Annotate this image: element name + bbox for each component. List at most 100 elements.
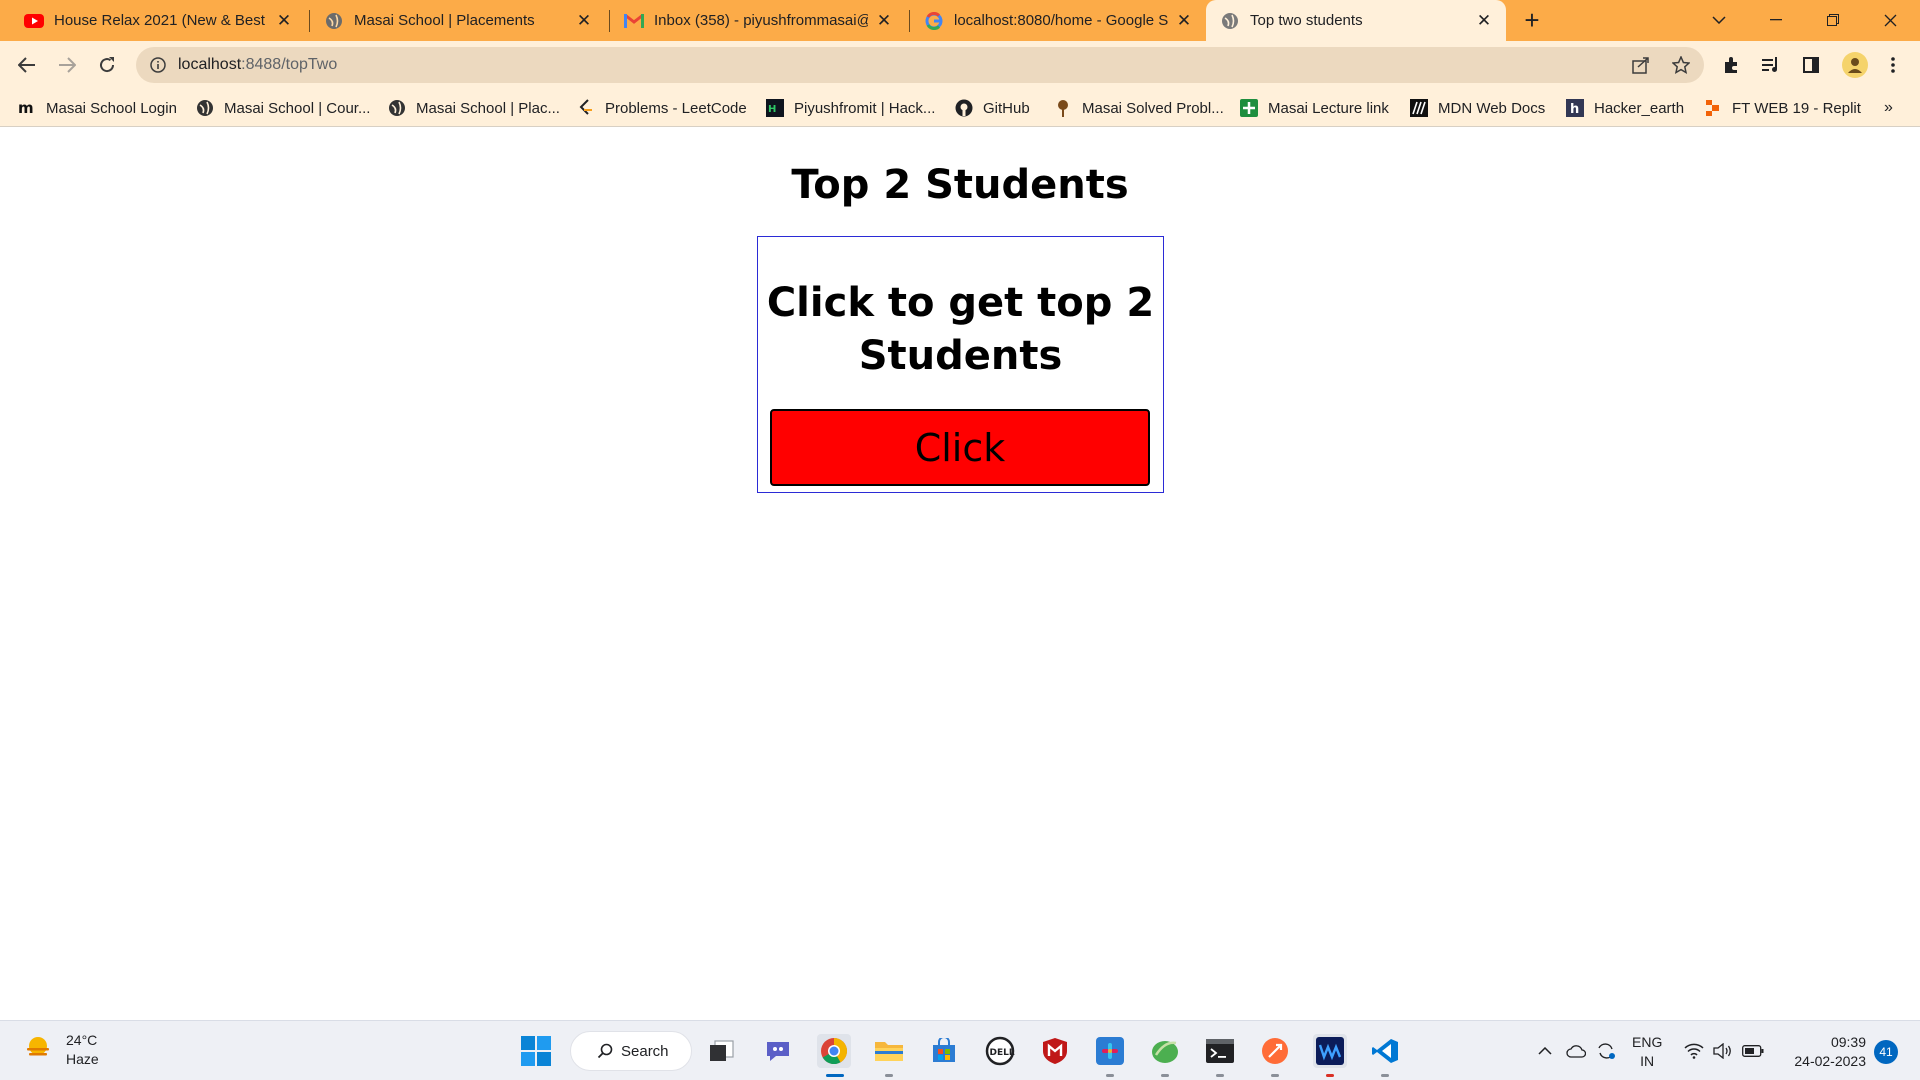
card-heading: Click to get top 2 Students	[766, 280, 1155, 379]
extensions-icon[interactable]	[1720, 54, 1742, 76]
microsoft-store-icon[interactable]	[927, 1034, 961, 1068]
address-bar[interactable]: localhost:8488/topTwo	[136, 47, 1704, 83]
bookmark-hackerrank[interactable]: H Piyushfromit | Hack...	[766, 89, 935, 127]
site-info-icon[interactable]	[148, 55, 168, 75]
more-bookmarks-button[interactable]: »	[1884, 89, 1893, 127]
restore-button[interactable]	[1805, 0, 1861, 40]
show-hidden-icons-chevron-icon[interactable]	[1534, 1040, 1556, 1062]
page-title: Top 2 Students	[791, 162, 1129, 208]
postman-icon[interactable]	[1258, 1034, 1292, 1077]
tab-search-chevron-icon[interactable]	[1691, 0, 1747, 40]
back-button[interactable]	[11, 49, 43, 81]
bookmark-hackerearth[interactable]: h Hacker_earth	[1566, 89, 1684, 127]
active-app-indicator	[826, 1074, 844, 1077]
minimize-button[interactable]	[1748, 0, 1804, 40]
start-button[interactable]	[520, 1035, 552, 1067]
bookmark-mdn[interactable]: MDN Web Docs	[1410, 89, 1545, 127]
new-tab-button[interactable]: +	[1518, 7, 1546, 35]
side-panel-icon[interactable]	[1800, 54, 1822, 76]
volume-icon[interactable]	[1712, 1040, 1734, 1062]
bookmark-masai-login[interactable]: m Masai School Login	[18, 89, 177, 127]
bookmark-github[interactable]: GitHub	[955, 89, 1030, 127]
close-icon[interactable]: ✕	[274, 11, 294, 31]
tab-placements[interactable]: Masai School | Placements ✕	[310, 0, 606, 41]
dell-icon[interactable]: DELL	[983, 1034, 1017, 1068]
teams-chat-icon[interactable]	[761, 1034, 795, 1068]
svg-text:h: h	[1570, 102, 1579, 117]
tab-title: Masai School | Placements	[354, 12, 535, 29]
bookmark-masai-placements[interactable]: Masai School | Plac...	[388, 89, 560, 127]
close-icon[interactable]: ✕	[1474, 11, 1494, 31]
mcafee-icon[interactable]	[1038, 1034, 1072, 1068]
menu-kebab-icon[interactable]	[1882, 54, 1904, 76]
slack-icon[interactable]	[1093, 1034, 1127, 1077]
reload-button[interactable]	[91, 49, 123, 81]
weather-condition: Haze	[66, 1051, 99, 1067]
svg-text:DELL: DELL	[990, 1048, 1015, 1058]
bookmark-label: Masai Solved Probl...	[1082, 99, 1224, 117]
notification-count-badge[interactable]: 41	[1874, 1040, 1898, 1064]
tab-title: House Relax 2021 (New & Best D	[54, 12, 268, 29]
terminal-icon[interactable]	[1203, 1034, 1237, 1077]
bookmark-masai-solved[interactable]: Masai Solved Probl...	[1054, 89, 1224, 127]
chrome-icon[interactable]	[817, 1034, 851, 1077]
taskbar-search-button[interactable]: Search	[570, 1031, 692, 1071]
url-path: :8488/topTwo	[241, 56, 338, 73]
close-icon[interactable]: ✕	[1174, 11, 1194, 31]
vscode-icon[interactable]	[1368, 1034, 1402, 1077]
wave-app-icon[interactable]	[1313, 1034, 1347, 1077]
media-controls-icon[interactable]	[1760, 54, 1782, 76]
bookmarks-bar: m Masai School Login Masai School | Cour…	[0, 89, 1920, 127]
sync-icon[interactable]	[1595, 1040, 1617, 1062]
open-app-indicator	[1216, 1074, 1224, 1077]
bookmark-label: GitHub	[983, 99, 1030, 117]
tab-title: Top two students	[1250, 12, 1363, 29]
weather-widget[interactable]: 24°C Haze	[24, 1031, 99, 1069]
mdn-icon	[1410, 99, 1428, 117]
tab-top-two-students[interactable]: Top two students ✕	[1206, 0, 1506, 41]
hackerearth-icon: h	[1566, 99, 1584, 117]
tab-gmail[interactable]: Inbox (358) - piyushfrommasai@ ✕	[610, 0, 906, 41]
pin-icon	[1054, 99, 1072, 117]
page-viewport: Top 2 Students Click to get top 2 Studen…	[0, 128, 1920, 1020]
file-explorer-icon[interactable]	[872, 1034, 906, 1077]
open-app-indicator	[1381, 1074, 1389, 1077]
svg-text:m: m	[18, 101, 34, 115]
close-icon[interactable]: ✕	[874, 11, 894, 31]
bookmark-label: Masai School | Plac...	[416, 99, 560, 117]
bookmark-leetcode[interactable]: Problems - LeetCode	[577, 89, 747, 127]
close-icon[interactable]: ✕	[574, 11, 594, 31]
github-icon	[955, 99, 973, 117]
globe-icon	[324, 11, 344, 31]
wifi-icon[interactable]	[1683, 1040, 1705, 1062]
svg-text:H: H	[768, 104, 776, 115]
search-label: Search	[621, 1042, 669, 1060]
bookmark-replit[interactable]: FT WEB 19 - Replit	[1704, 89, 1861, 127]
bookmark-label: FT WEB 19 - Replit	[1732, 99, 1861, 117]
share-icon[interactable]	[1630, 54, 1652, 76]
close-window-button[interactable]	[1862, 0, 1918, 40]
battery-icon[interactable]	[1742, 1040, 1764, 1062]
bookmark-masai-lecture[interactable]: Masai Lecture link	[1240, 89, 1389, 127]
bookmark-label: Problems - LeetCode	[605, 99, 747, 117]
onedrive-cloud-icon[interactable]	[1565, 1040, 1587, 1062]
bookmark-label: Masai School | Cour...	[224, 99, 371, 117]
tab-title: Inbox (358) - piyushfrommasai@	[654, 12, 868, 29]
system-clock[interactable]: 09:39 24-02-2023	[1780, 1033, 1866, 1071]
task-view-icon[interactable]	[705, 1034, 739, 1068]
bookmark-masai-courses[interactable]: Masai School | Cour...	[196, 89, 370, 127]
language-code: ENG	[1632, 1034, 1663, 1050]
profile-avatar-icon[interactable]	[1841, 51, 1869, 79]
language-indicator[interactable]: ENG IN	[1632, 1033, 1662, 1071]
bookmark-star-icon[interactable]	[1670, 54, 1692, 76]
tab-google[interactable]: localhost:8080/home - Google Se ✕	[910, 0, 1206, 41]
globe-icon	[1220, 11, 1240, 31]
spring-tool-suite-icon[interactable]	[1148, 1034, 1182, 1077]
tab-title: localhost:8080/home - Google Se	[954, 12, 1168, 29]
clock-date: 24-02-2023	[1794, 1053, 1866, 1069]
forward-button[interactable]	[51, 49, 83, 81]
active-app-indicator	[1326, 1074, 1334, 1077]
tab-youtube[interactable]: House Relax 2021 (New & Best D ✕	[10, 0, 306, 41]
get-top-students-button[interactable]: Click	[770, 409, 1150, 486]
sun-haze-icon	[24, 1034, 52, 1067]
